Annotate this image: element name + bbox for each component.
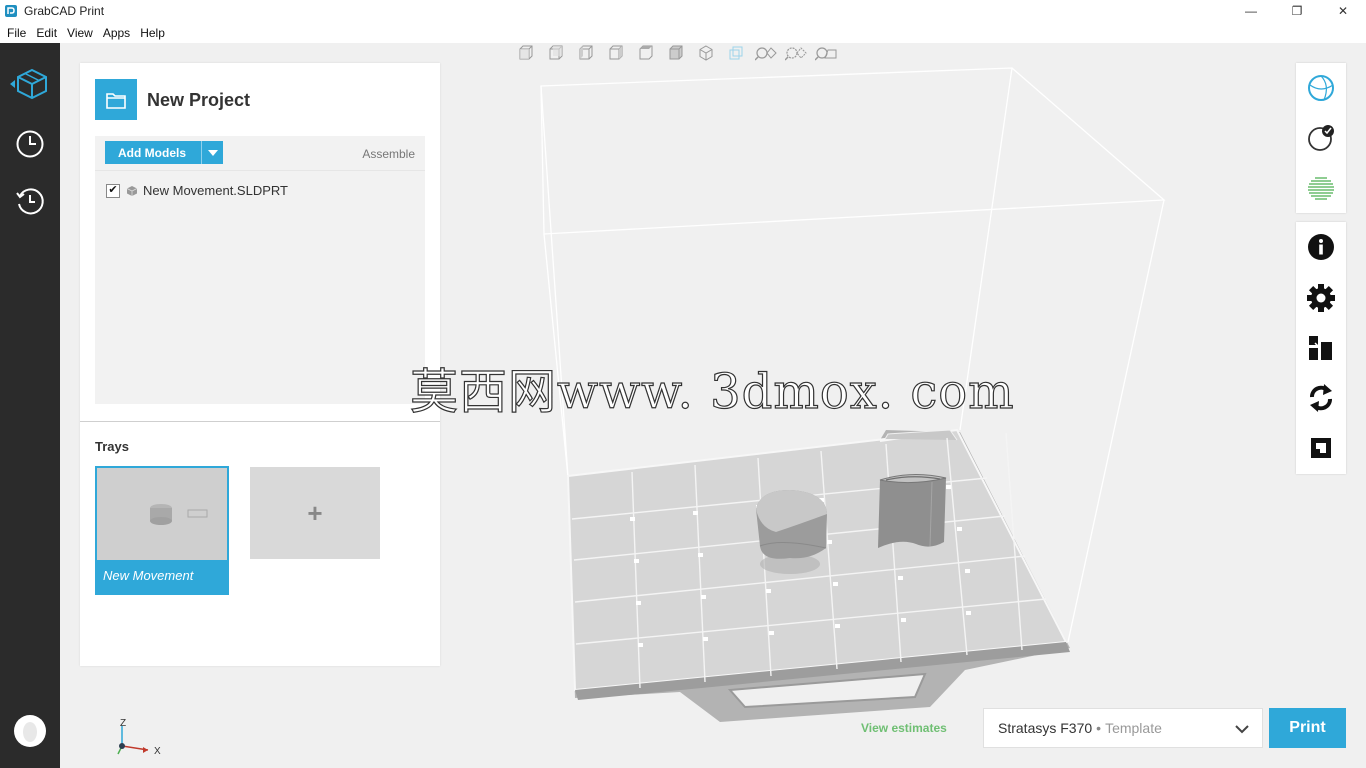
view-back-icon[interactable] — [544, 43, 568, 63]
menu-help[interactable]: Help — [135, 26, 170, 40]
window-title: GrabCAD Print — [24, 4, 105, 18]
maximize-button[interactable]: ❐ — [1274, 0, 1320, 22]
axis-x-label: X — [154, 746, 161, 757]
info-button[interactable] — [1296, 222, 1346, 272]
add-models-label: Add Models — [118, 145, 186, 160]
menu-view[interactable]: View — [62, 26, 98, 40]
scale-icon — [1311, 438, 1331, 458]
build-tray — [566, 428, 1070, 722]
part-cube-icon — [126, 185, 138, 196]
view-right-icon[interactable] — [604, 43, 628, 63]
view-sphere-icon — [1308, 75, 1334, 101]
model-part-2[interactable] — [878, 473, 947, 548]
watermark-text: 莫西网www. 3dmox. com — [409, 363, 1015, 420]
user-avatar[interactable] — [14, 715, 46, 747]
folder-icon — [95, 79, 137, 120]
axis-z-label: Z — [120, 718, 126, 729]
display-palette — [1296, 63, 1346, 213]
grabcad-logo-icon — [5, 5, 17, 17]
arrange-button[interactable] — [1296, 323, 1346, 373]
tray-name: New Movement — [103, 568, 194, 583]
menu-file[interactable]: File — [2, 26, 31, 40]
slice-layers-icon — [1308, 177, 1334, 200]
zoom-fit-icon[interactable] — [754, 43, 778, 63]
view-top-icon[interactable] — [634, 43, 658, 63]
view-iso-icon[interactable] — [694, 43, 718, 63]
settings-button[interactable] — [1296, 273, 1346, 323]
printer-template: Template — [1105, 720, 1162, 736]
view-left-icon[interactable] — [574, 43, 598, 63]
model-cube-icon — [10, 68, 47, 100]
view-toggle-icon[interactable] — [724, 43, 748, 63]
zoom-select-icon[interactable] — [784, 43, 808, 63]
model-name: New Movement.SLDPRT — [143, 183, 288, 198]
add-tray-button[interactable]: + — [250, 467, 380, 559]
title-bar: GrabCAD Print — ❐ ✕ — [0, 0, 1366, 22]
tray-card[interactable]: New Movement — [95, 466, 229, 595]
list-item[interactable]: ✔ New Movement.SLDPRT — [106, 183, 288, 198]
print-button[interactable]: Print — [1269, 708, 1346, 748]
tools-palette — [1296, 222, 1346, 474]
view-estimates-link[interactable]: View estimates — [861, 721, 947, 735]
close-button[interactable]: ✕ — [1320, 0, 1366, 22]
scale-button[interactable] — [1296, 423, 1346, 473]
minimize-button[interactable]: — — [1228, 0, 1274, 22]
rotate-icon — [1310, 384, 1332, 412]
assemble-button[interactable]: Assemble — [362, 147, 415, 161]
view-front-icon[interactable] — [514, 43, 538, 63]
project-panel: New Project Add Models Assemble ✔ New Mo… — [80, 63, 440, 666]
left-rail — [0, 43, 60, 768]
menu-edit[interactable]: Edit — [31, 26, 62, 40]
history-clock-icon — [16, 188, 44, 215]
axis-indicator: Z X — [117, 718, 161, 757]
menu-bar: File Edit View Apps Help — [0, 22, 1366, 43]
models-list: ✔ New Movement.SLDPRT — [95, 170, 425, 404]
caret-down-icon — [207, 149, 218, 156]
clock-icon — [16, 130, 44, 158]
slice-preview-button[interactable] — [1296, 163, 1346, 213]
info-icon — [1308, 234, 1334, 260]
view-toolbar — [514, 42, 844, 64]
view-bottom-icon[interactable] — [664, 43, 688, 63]
chevron-down-icon — [1235, 725, 1249, 734]
model-part-1[interactable] — [756, 490, 827, 574]
rail-models-button[interactable] — [0, 59, 60, 109]
rotate-button[interactable] — [1296, 373, 1346, 423]
printer-separator: • — [1096, 720, 1102, 736]
tray-thumbnail — [97, 468, 227, 560]
add-models-button[interactable]: Add Models — [105, 141, 223, 164]
trays-heading: Trays — [95, 439, 129, 454]
models-box: Add Models Assemble ✔ New Movement.SLDPR… — [95, 136, 425, 404]
model-checkbox[interactable]: ✔ — [106, 183, 120, 198]
printer-select[interactable]: Stratasys F370 • Template — [983, 708, 1263, 748]
rail-queue-button[interactable] — [0, 119, 60, 169]
printer-name: Stratasys F370 — [998, 720, 1093, 736]
avatar-icon — [23, 722, 37, 742]
menu-apps[interactable]: Apps — [98, 26, 135, 40]
settings-gear-icon — [1307, 284, 1335, 312]
model-check-button[interactable] — [1296, 113, 1346, 163]
add-models-dropdown[interactable] — [202, 141, 223, 164]
arrange-icon — [1309, 336, 1332, 360]
project-title[interactable]: New Project — [147, 90, 250, 111]
model-check-icon — [1308, 125, 1334, 151]
divider — [80, 421, 440, 422]
zoom-tray-icon[interactable] — [814, 43, 838, 63]
view-sphere-button[interactable] — [1296, 63, 1346, 113]
rail-history-button[interactable] — [0, 177, 60, 227]
